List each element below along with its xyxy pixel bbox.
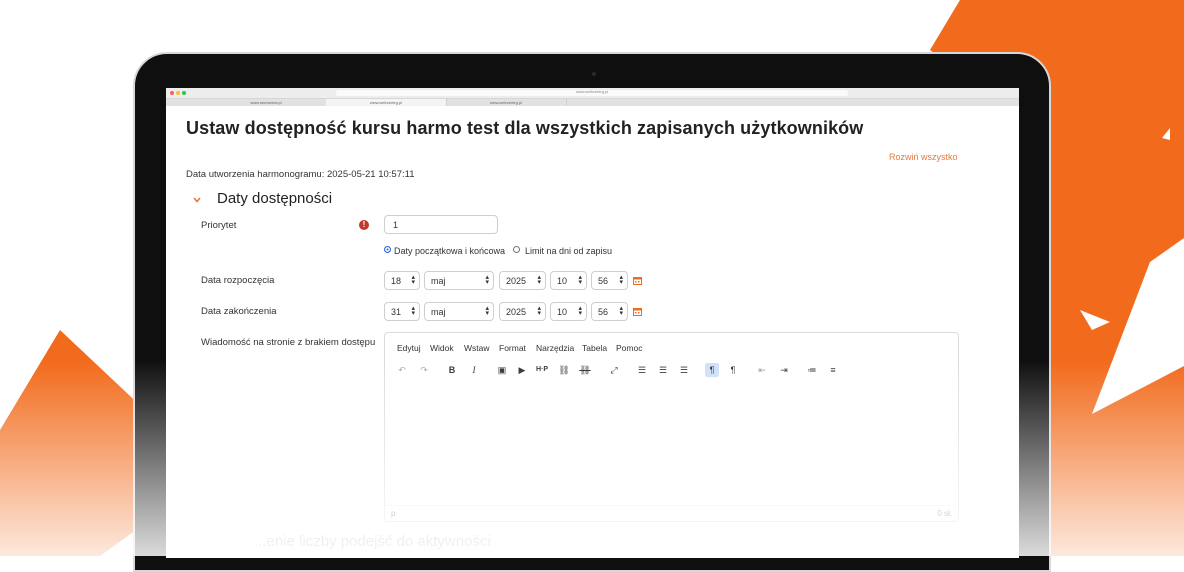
browser-tab[interactable]: www.webcentrg.pl [326,99,447,106]
calendar-icon[interactable] [633,307,642,316]
unlink-icon[interactable]: ⛓ [578,363,592,377]
end-day-select[interactable]: 31 ▴ ▾ [384,302,420,321]
menu-help[interactable]: Pomoc [616,343,642,353]
start-hour-select[interactable]: 10 ▴ ▾ [550,271,587,290]
end-year-value: 2025 [506,307,527,317]
error-icon: ! [359,220,369,230]
camera [592,72,596,76]
address-bar[interactable]: www.webcentrg.pl [336,89,848,96]
expand-all-link[interactable]: Rozwiń wszystko [889,152,958,162]
menu-view[interactable]: Widok [430,343,454,353]
editor-status-bar: p 0 sł. [385,505,958,522]
browser-tab[interactable]: www.webcentrg.pl [446,99,567,106]
align-left-icon[interactable]: ☰ [635,363,649,377]
fullscreen-icon[interactable]: ⤢ [607,363,621,377]
align-center-icon[interactable]: ☰ [656,363,670,377]
menu-tools[interactable]: Narzędzia [536,343,574,353]
menu-edit[interactable]: Edytuj [397,343,421,353]
end-minute-select[interactable]: 56 ▴ ▾ [591,302,628,321]
image-icon[interactable]: ▣ [495,363,509,377]
next-section-title[interactable]: ...enie liczby podejść do aktywności [254,533,491,550]
start-year-select[interactable]: 2025 ▴ ▾ [499,271,546,290]
minimize-window-icon[interactable] [176,91,180,95]
indent-icon[interactable]: ⇥ [777,363,791,377]
h5p-icon[interactable]: H·P [535,363,549,377]
undo-icon[interactable]: ↶ [395,363,409,377]
priority-label: Priorytet [201,220,237,231]
start-minute-select[interactable]: 56 ▴ ▾ [591,271,628,290]
start-day-select[interactable]: 18 ▴ ▾ [384,271,420,290]
radio-start-end-dates[interactable] [384,246,391,253]
browser-tabs: www.semaview.pl www.webcentrg.pl www.web… [166,99,1019,106]
menu-table[interactable]: Tabela [582,343,607,353]
numbered-list-icon[interactable]: ≡ [826,363,840,377]
section-title[interactable]: Daty dostępności [217,190,332,207]
outdent-icon[interactable]: ⇤ [755,363,769,377]
created-date: Data utworzenia harmonogramu: 2025-05-21… [186,169,415,180]
italic-icon[interactable]: I [467,363,481,377]
rich-text-editor[interactable]: Edytuj Widok Wstaw Format Narzędzia Tabe… [384,332,959,522]
end-day-value: 31 [391,307,402,317]
bold-icon[interactable]: B [445,363,459,377]
editor-text-area[interactable] [385,385,958,505]
start-year-value: 2025 [506,276,527,286]
end-hour-value: 10 [557,307,568,317]
end-year-select[interactable]: 2025 ▴ ▾ [499,302,546,321]
end-date-label: Data zakończenia [201,306,277,317]
word-count: 0 sł. [937,509,952,518]
start-date-label: Data rozpoczęcia [201,275,275,286]
start-month-value: maj [431,276,446,286]
ltr-icon[interactable]: ¶ [705,363,719,377]
link-icon[interactable]: ⛓ [557,363,571,377]
browser-window: www.webcentrg.pl www.semaview.pl www.web… [166,88,1019,558]
radio-start-end-label: Daty początkowa i końcowa [394,246,506,256]
priority-input[interactable]: 1 [384,215,498,234]
browser-tab[interactable]: www.semaview.pl [206,99,327,106]
maximize-window-icon[interactable] [182,91,186,95]
bullet-list-icon[interactable]: ≔ [805,363,819,377]
radio-days-limit[interactable] [513,246,520,253]
end-month-select[interactable]: maj ▴ ▾ [424,302,494,321]
start-hour-value: 10 [557,276,568,286]
start-month-select[interactable]: maj ▴ ▾ [424,271,494,290]
redo-icon[interactable]: ↷ [417,363,431,377]
page-content: Ustaw dostępność kursu harmo test dla ws… [166,106,1019,558]
element-path: p [391,509,396,518]
media-icon[interactable]: ▶ [515,363,529,377]
close-window-icon[interactable] [170,91,174,95]
start-day-value: 18 [391,276,402,286]
start-minute-value: 56 [598,276,609,286]
menu-format[interactable]: Format [499,343,526,353]
rtl-icon[interactable]: ¶ [726,363,740,377]
calendar-icon[interactable] [633,276,642,285]
address-text: www.webcentrg.pl [576,89,609,94]
end-month-value: maj [431,307,446,317]
radio-days-limit-label: Limit na dni od zapisu [525,246,613,256]
page-title: Ustaw dostępność kursu harmo test dla ws… [186,118,864,138]
end-hour-select[interactable]: 10 ▴ ▾ [550,302,587,321]
menu-insert[interactable]: Wstaw [464,343,490,353]
chevron-down-icon[interactable] [192,195,202,205]
align-right-icon[interactable]: ☰ [677,363,691,377]
end-minute-value: 56 [598,307,609,317]
browser-toolbar: www.webcentrg.pl [166,88,1019,99]
message-label: Wiadomość na stronie z brakiem dostępu [201,337,376,348]
